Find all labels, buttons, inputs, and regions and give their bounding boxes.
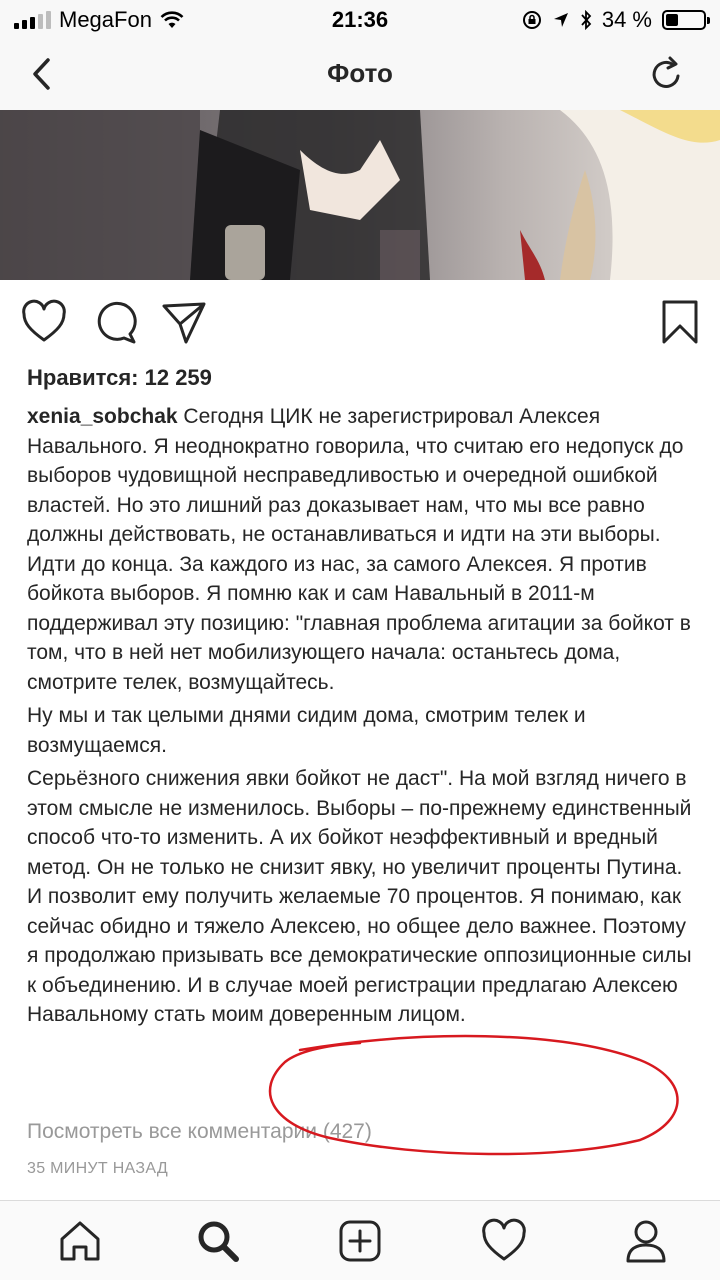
- battery-percent: 34 %: [601, 7, 652, 32]
- bookmark-icon[interactable]: [656, 296, 704, 348]
- home-icon[interactable]: [56, 1217, 104, 1265]
- battery-icon: [662, 10, 710, 30]
- share-icon[interactable]: [160, 296, 208, 348]
- heart-icon[interactable]: [20, 296, 68, 348]
- username-link[interactable]: xenia_sobchak: [27, 405, 178, 428]
- tab-bar: [0, 1200, 720, 1280]
- status-bar: MegaFon 21:36 34 %: [0, 0, 720, 40]
- search-icon[interactable]: [194, 1217, 242, 1265]
- rotation-lock-icon: [522, 11, 541, 29]
- post-caption: xenia_sobchak Сегодня ЦИК не зарегистрир…: [27, 402, 699, 1034]
- photo-image: [0, 110, 720, 280]
- activity-heart-icon[interactable]: [480, 1217, 528, 1265]
- post-actions: [0, 296, 720, 352]
- comment-icon[interactable]: [92, 296, 140, 348]
- location-icon: [553, 13, 568, 27]
- caption-text: Ну мы и так целыми днями сидим дома, смо…: [27, 704, 586, 757]
- profile-icon[interactable]: [622, 1217, 670, 1265]
- view-comments-link[interactable]: Посмотреть все комментарии (427): [27, 1120, 372, 1144]
- bluetooth-icon: [581, 10, 592, 30]
- post-timestamp: 35 МИНУТ НАЗАД: [27, 1160, 168, 1177]
- refresh-icon[interactable]: [646, 54, 686, 94]
- add-post-icon[interactable]: [336, 1217, 384, 1265]
- caption-text: Серьёзного снижения явки бойкот не даст"…: [27, 767, 692, 1026]
- caption-text: Сегодня ЦИК не зарегистрировал Алексея Н…: [27, 405, 691, 694]
- post-photo[interactable]: [0, 110, 720, 280]
- nav-bar: Фото: [0, 40, 720, 110]
- page-title: Фото: [327, 58, 393, 88]
- likes-count[interactable]: Нравится: 12 259: [27, 365, 212, 391]
